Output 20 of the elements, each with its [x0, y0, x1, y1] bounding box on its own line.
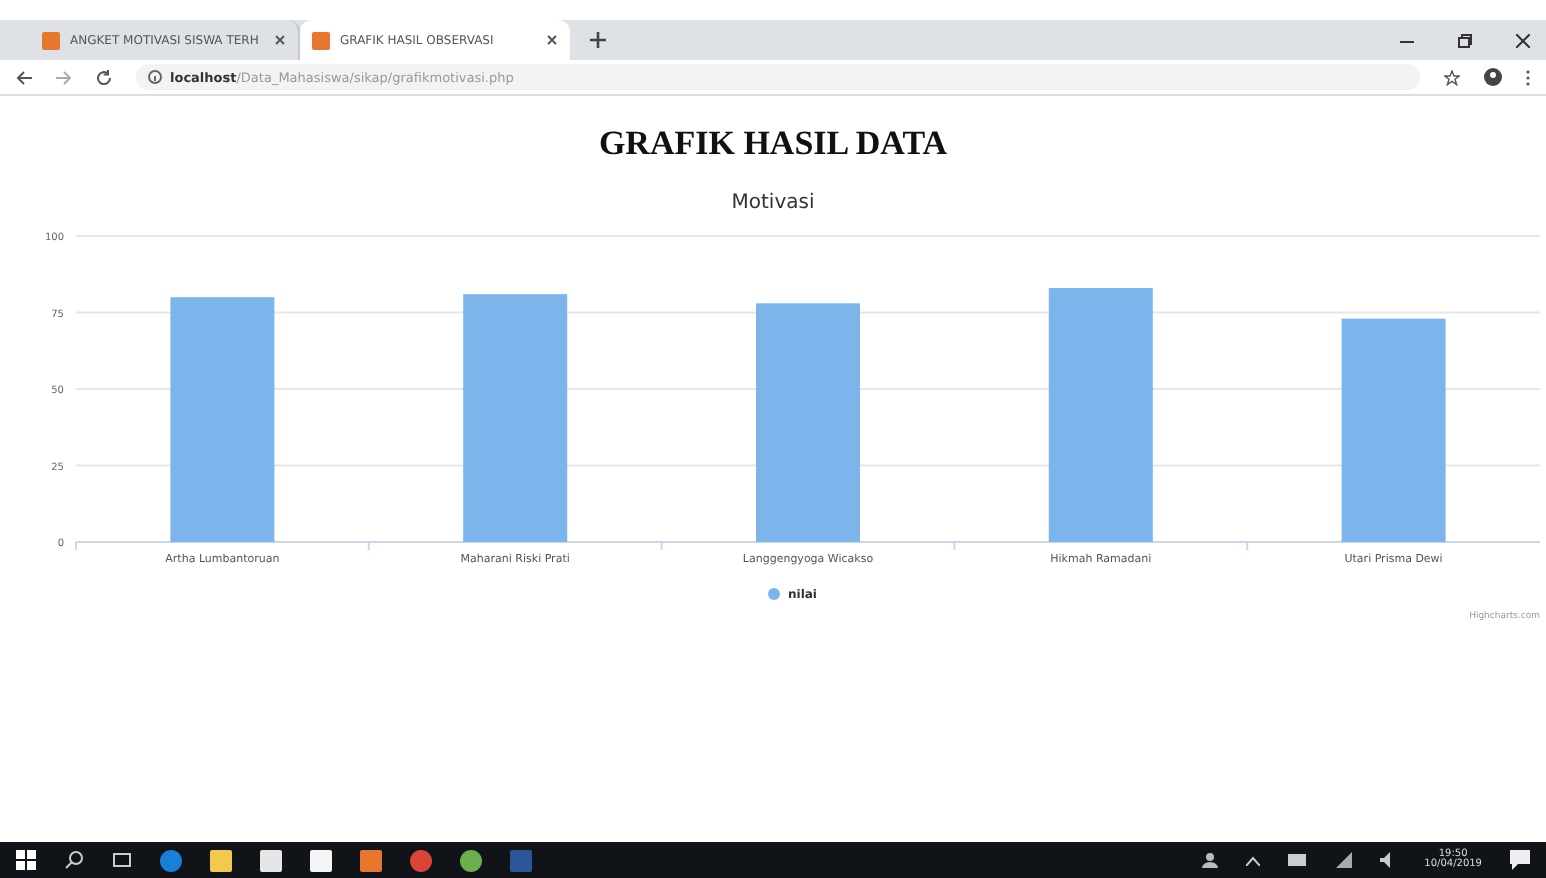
page-heading: GRAFIK HASIL DATA — [598, 124, 948, 164]
close-icon[interactable] — [274, 34, 286, 46]
windows-start-icon[interactable] — [16, 850, 36, 870]
task-view-icon[interactable] — [112, 850, 132, 870]
reload-icon[interactable] — [96, 69, 112, 85]
tab-favicon-icon — [42, 31, 60, 49]
back-icon[interactable] — [16, 69, 32, 85]
notification-icon[interactable] — [1510, 850, 1530, 870]
caret-icon[interactable] — [1246, 855, 1261, 865]
close-icon[interactable] — [1516, 33, 1530, 47]
search-icon[interactable] — [64, 850, 84, 870]
people-icon[interactable] — [1202, 852, 1219, 868]
chart-title: Motivasi — [731, 192, 815, 214]
close-icon[interactable] — [546, 34, 558, 46]
restore-icon[interactable] — [1458, 33, 1472, 47]
account-icon[interactable] — [1484, 68, 1502, 86]
star-icon[interactable] — [1444, 69, 1460, 85]
plus-icon[interactable] — [590, 32, 606, 48]
info-icon — [148, 70, 162, 84]
tab-favicon-icon — [312, 31, 330, 49]
